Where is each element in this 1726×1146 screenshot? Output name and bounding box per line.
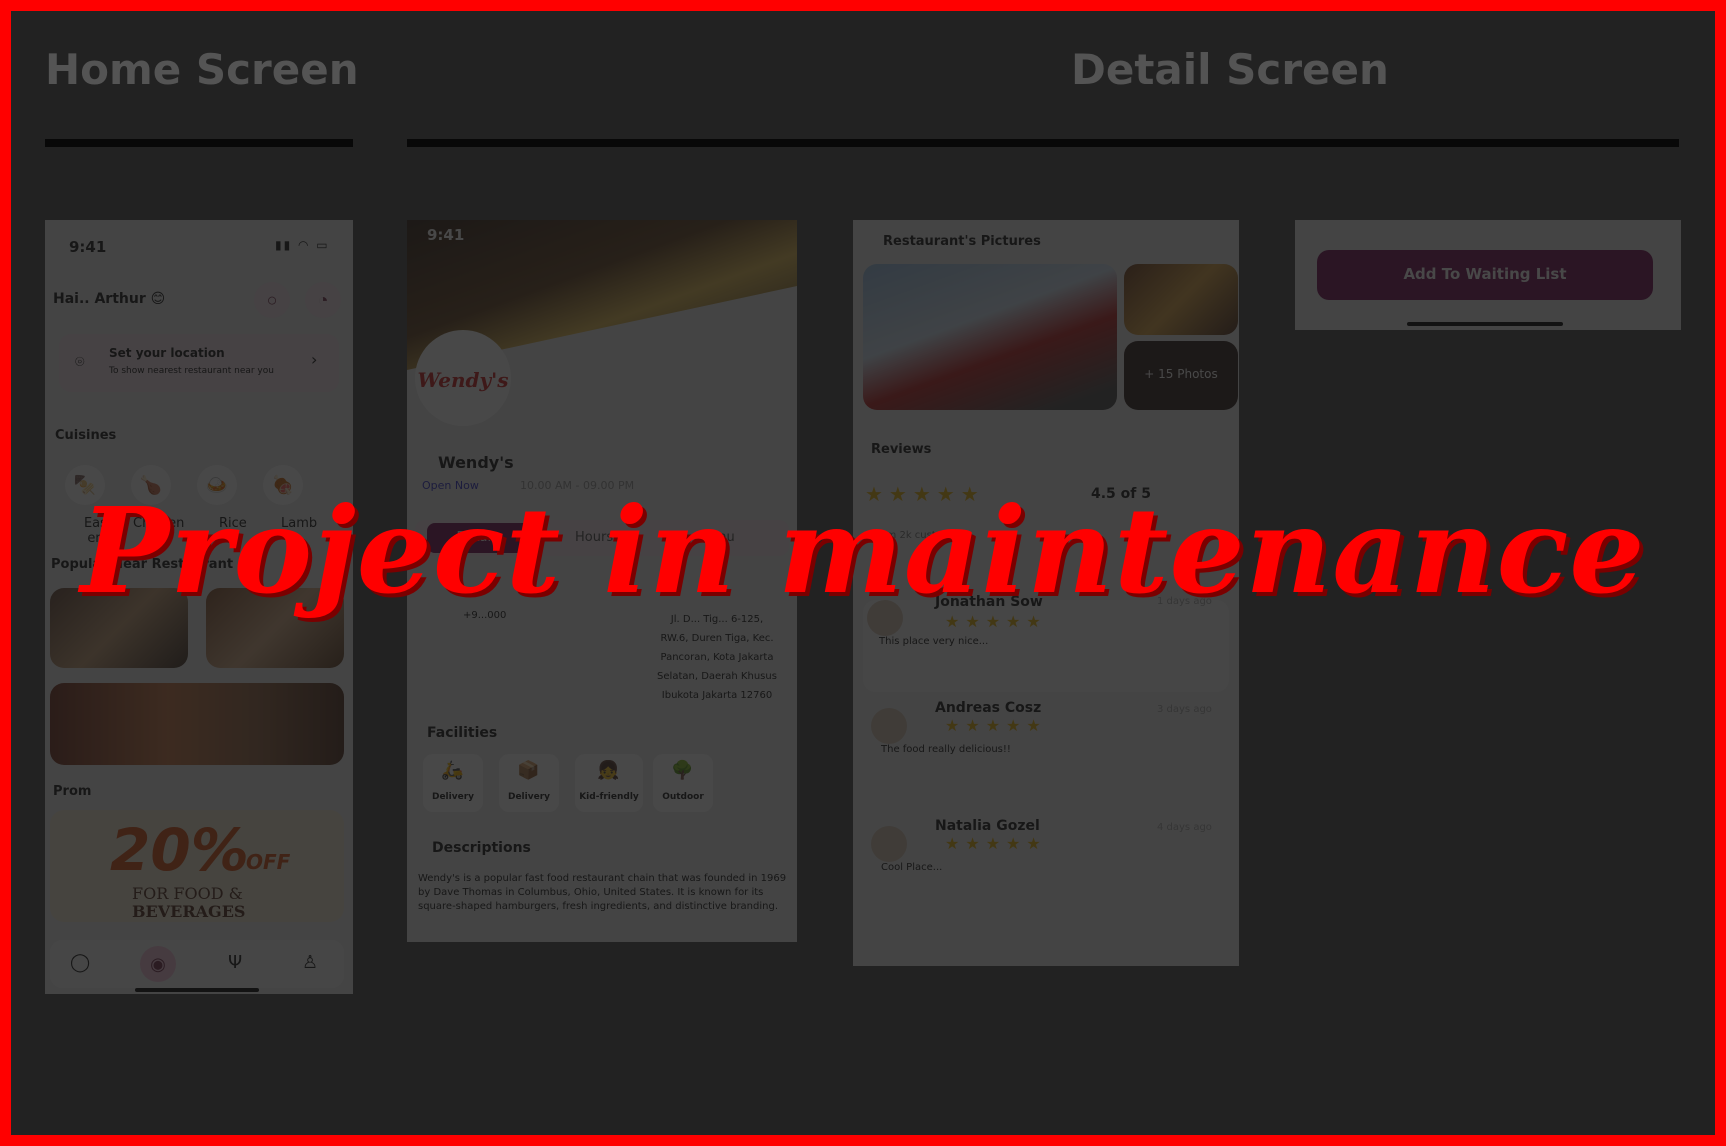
location-pin-icon: ⌾ bbox=[75, 352, 85, 371]
status-time: 9:41 bbox=[69, 238, 107, 256]
search-icon[interactable]: ○ bbox=[254, 282, 290, 318]
restaurant-picture[interactable] bbox=[863, 264, 1117, 410]
descriptions-title: Descriptions bbox=[432, 840, 531, 856]
reviewer-name: Natalia Gozel bbox=[935, 818, 1040, 834]
review-text: The food really delicious!! bbox=[881, 744, 1011, 755]
promo-off: OFF bbox=[246, 850, 291, 874]
restaurant-picture[interactable] bbox=[1124, 264, 1238, 335]
review-text: Cool Place... bbox=[881, 862, 943, 873]
promo-title: Prom bbox=[53, 784, 92, 799]
address-line: RW.6, Duren Tiga, Kec. bbox=[660, 633, 774, 644]
description-text: Wendy's is a popular fast food restauran… bbox=[418, 873, 787, 912]
status-icons: ▮▮ ◠ ▭ bbox=[275, 238, 330, 252]
profile-icon[interactable]: ♙ bbox=[302, 952, 318, 973]
avatar bbox=[871, 826, 907, 862]
page-frame: Home Screen Detail Screen 9:41 ▮▮ ◠ ▭ Ha… bbox=[11, 11, 1715, 1135]
promo-percent: 20% bbox=[110, 816, 249, 884]
promo-line1: FOR FOOD & bbox=[132, 884, 243, 903]
waiting-list-panel: Add To Waiting List bbox=[1295, 220, 1681, 330]
location-subtitle: To show nearest restaurant near you bbox=[109, 366, 274, 376]
home-indicator bbox=[1407, 322, 1563, 326]
address-line: Selatan, Daerah Khusus bbox=[657, 671, 777, 682]
location-title: Set your location bbox=[109, 346, 225, 360]
avatar bbox=[871, 708, 907, 744]
bottom-nav: ◯ ◉ Ψ ♙ bbox=[50, 940, 344, 988]
promo-banner[interactable]: 20% OFF FOR FOOD & BEVERAGES bbox=[50, 810, 344, 922]
facility-label: Kid-friendly bbox=[579, 792, 639, 802]
location-card[interactable]: ⌾ Set your location To show nearest rest… bbox=[59, 334, 339, 392]
facility-label: Delivery bbox=[431, 792, 475, 802]
scooter-icon: 🛵 bbox=[441, 760, 464, 781]
restaurant-name: Wendy's bbox=[438, 453, 514, 472]
restaurant-logo: Wendy's bbox=[415, 330, 511, 426]
address-line: Ibukota Jakarta 12760 bbox=[661, 690, 773, 701]
restaurant-icon[interactable]: Ψ bbox=[228, 952, 242, 973]
kid-icon: 👧 bbox=[597, 760, 620, 781]
reviewer-name: Andreas Cosz bbox=[935, 700, 1042, 716]
bell-icon[interactable]: ◔ bbox=[305, 282, 341, 318]
more-photos-label: + 15 Photos bbox=[1144, 367, 1218, 381]
facility-kid-friendly: 👧 Kid-friendly bbox=[575, 754, 643, 812]
more-photos-tile[interactable]: + 15 Photos bbox=[1124, 341, 1238, 410]
button-label: Add To Waiting List bbox=[1403, 265, 1567, 283]
review-card: Andreas Cosz 3 days ago ★★★★★ The food r… bbox=[863, 700, 1229, 792]
reviews-title: Reviews bbox=[871, 442, 932, 457]
facility-outdoor: 🌳 Outdoor bbox=[653, 754, 713, 812]
home-section-title: Home Screen bbox=[45, 45, 359, 94]
promo-line2: BEVERAGES bbox=[132, 902, 246, 921]
facility-delivery: 🛵 Delivery bbox=[423, 754, 483, 812]
home-indicator bbox=[135, 988, 259, 992]
address-line: Jl. D... Tig... 6-125, RW.6, Duren Tiga,… bbox=[642, 610, 792, 705]
review-date: 4 days ago bbox=[1157, 822, 1212, 833]
restaurant-photo[interactable] bbox=[50, 683, 344, 765]
chat-icon[interactable]: ◯ bbox=[70, 952, 90, 973]
review-date: 3 days ago bbox=[1157, 704, 1212, 715]
address-line: Pancoran, Kota Jakarta bbox=[660, 652, 774, 663]
explore-icon[interactable]: ◉ bbox=[140, 946, 176, 982]
detail-section-title: Detail Screen bbox=[1071, 45, 1389, 94]
review-stars: ★★★★★ bbox=[945, 718, 1047, 735]
chevron-right-icon: › bbox=[311, 350, 318, 369]
box-icon: 📦 bbox=[517, 760, 540, 781]
detail-divider bbox=[407, 139, 1679, 147]
review-card: Natalia Gozel 4 days ago ★★★★★ Cool Plac… bbox=[863, 818, 1229, 910]
review-stars: ★★★★★ bbox=[945, 836, 1047, 853]
tree-icon: 🌳 bbox=[671, 760, 694, 781]
logo-text: Wendy's bbox=[417, 368, 509, 392]
add-to-waiting-list-button[interactable]: Add To Waiting List bbox=[1317, 250, 1653, 300]
facilities-title: Facilities bbox=[427, 725, 498, 741]
facility-label: Outdoor bbox=[662, 792, 704, 802]
home-divider bbox=[45, 139, 353, 147]
pictures-title: Restaurant's Pictures bbox=[883, 234, 1041, 249]
maintenance-banner: Project in maintenance bbox=[80, 481, 1646, 620]
facility-delivery: 📦 Delivery bbox=[499, 754, 559, 812]
review-text: This place very nice... bbox=[879, 636, 989, 647]
facility-label: Delivery bbox=[507, 792, 551, 802]
status-time: 9:41 bbox=[427, 226, 465, 244]
cuisines-title: Cuisines bbox=[55, 428, 117, 443]
greeting: Hai.. Arthur 😊 bbox=[53, 291, 166, 307]
